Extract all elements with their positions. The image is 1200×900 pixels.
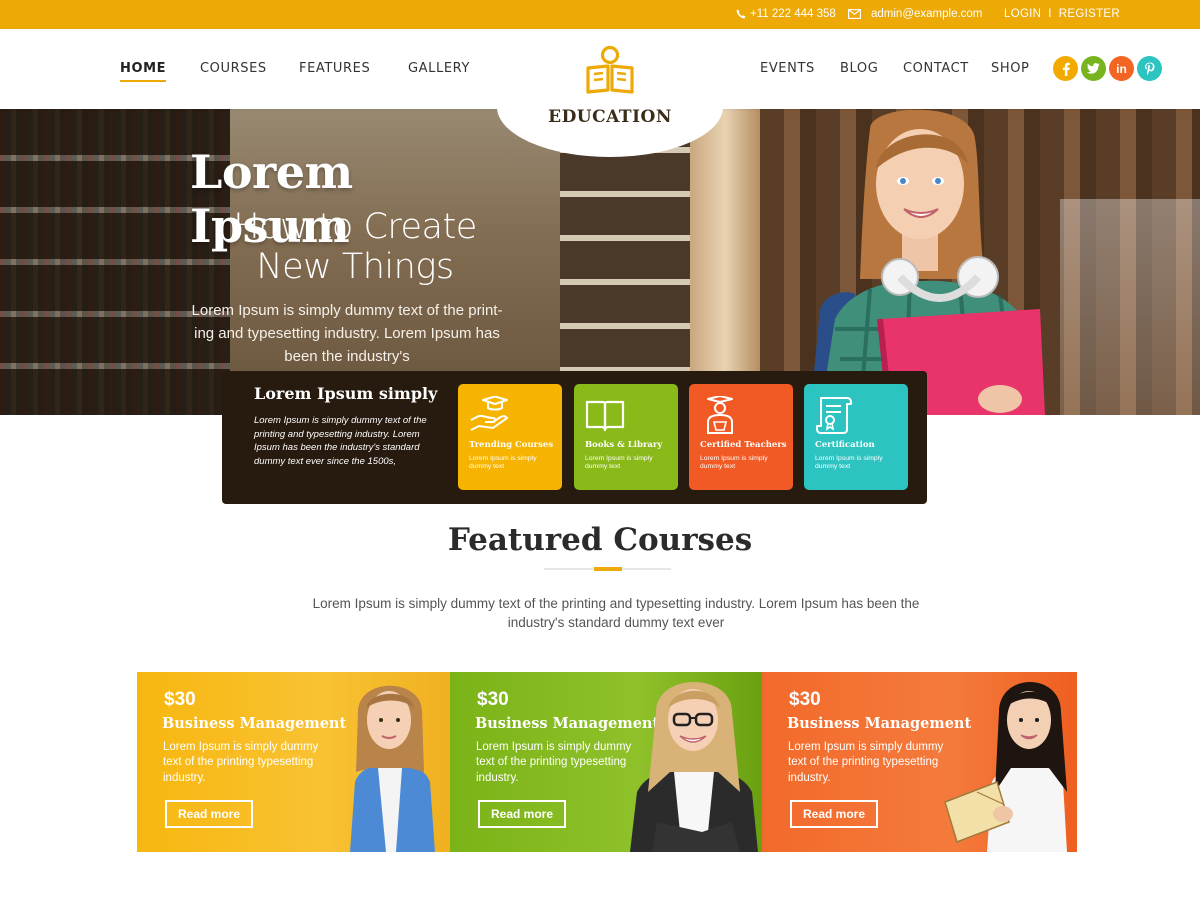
read-more-button[interactable]: Read more <box>478 800 566 828</box>
title-divider-accent <box>594 567 622 571</box>
featured-courses-description: Lorem Ipsum is simply dummy text of the … <box>312 596 920 630</box>
nav-gallery[interactable]: GALLERY <box>408 61 470 76</box>
feature-certified-teachers[interactable]: Certified Teachers Lorem Ipsum is simply… <box>689 384 793 490</box>
hero-subtitle: How to Create New Things <box>190 207 520 287</box>
nav-contact[interactable]: CONTACT <box>903 61 969 76</box>
featured-courses-title: Featured Courses <box>447 522 753 558</box>
auth-separator: I <box>1048 8 1052 20</box>
nav-home[interactable]: HOME <box>120 61 167 82</box>
pinterest-icon[interactable] <box>1137 56 1162 81</box>
nav-events[interactable]: EVENTS <box>760 61 815 76</box>
hero-subtitle-line1: How to Create <box>233 207 477 247</box>
graduation-hand-icon <box>470 396 509 431</box>
feature-text: Lorem Ipsum is simply dummy text <box>585 455 653 470</box>
course-text: Lorem Ipsum is simply dummy text of the … <box>163 741 319 784</box>
course-text: Lorem Ipsum is simply dummy text of the … <box>476 741 632 784</box>
course-price: $30 <box>477 689 509 710</box>
facebook-icon[interactable] <box>1053 56 1078 81</box>
linkedin-icon[interactable]: in <box>1109 56 1134 81</box>
auth-links: LOGIN I REGISTER <box>1004 8 1120 20</box>
course-price: $30 <box>789 689 821 710</box>
course-instructor-image <box>350 685 435 852</box>
register-link[interactable]: REGISTER <box>1059 8 1120 20</box>
course-price: $30 <box>164 689 196 710</box>
feature-books-library[interactable]: Books & Library Lorem Ipsum is simply du… <box>574 384 678 490</box>
course-text: Lorem Ipsum is simply dummy text of the … <box>788 741 944 784</box>
site-logo[interactable]: EDUCATION <box>497 29 723 157</box>
course-instructor-image <box>944 682 1067 852</box>
info-panel: Lorem Ipsum simply Lorem Ipsum is simply… <box>222 371 927 504</box>
course-card: $30 Business Management Lorem Ipsum is s… <box>137 672 450 852</box>
phone-number: +11 222 444 358 <box>750 8 836 20</box>
course-card: $30 Business Management Lorem Ipsum is s… <box>450 672 762 852</box>
feature-title: Trending Courses <box>469 440 554 450</box>
logo-text: EDUCATION <box>548 107 672 127</box>
feature-text: Lorem Ipsum is simply dummy text <box>815 455 883 470</box>
read-more-button[interactable]: Read more <box>790 800 878 828</box>
feature-title: Books & Library <box>585 440 663 450</box>
mail-icon <box>848 9 861 19</box>
email-contact[interactable]: admin@example.com <box>848 8 982 20</box>
login-link[interactable]: LOGIN <box>1004 8 1041 20</box>
phone-contact[interactable]: +11 222 444 358 <box>736 8 836 20</box>
top-bar: +11 222 444 358 admin@example.com LOGIN … <box>0 0 1200 29</box>
course-card: $30 Business Management Lorem Ipsum is s… <box>762 672 1077 852</box>
email-address: admin@example.com <box>871 8 983 20</box>
hero-subtitle-line2: New Things <box>256 247 454 287</box>
social-links: in <box>1053 56 1162 81</box>
feature-title: Certified Teachers <box>700 440 787 450</box>
feature-title: Certification <box>815 440 875 450</box>
hero-pillar <box>690 109 760 415</box>
nav-blog[interactable]: BLOG <box>840 61 878 76</box>
nav-shop[interactable]: SHOP <box>991 61 1030 76</box>
hero-window <box>1060 199 1200 415</box>
phone-icon <box>736 9 746 19</box>
feature-text: Lorem Ipsum is simply dummy text <box>469 455 537 470</box>
certificate-icon <box>816 397 852 434</box>
feature-certification[interactable]: Certification Lorem Ipsum is simply dumm… <box>804 384 908 490</box>
feature-text: Lorem Ipsum is simply dummy text <box>700 455 768 470</box>
panel-text: Lorem Ipsum is simply dummy text of the … <box>254 415 427 467</box>
nav-features[interactable]: FEATURES <box>299 61 370 76</box>
read-more-button[interactable]: Read more <box>165 800 253 828</box>
twitter-icon[interactable] <box>1081 56 1106 81</box>
feature-trending-courses[interactable]: Trending Courses Lorem Ipsum is simply d… <box>458 384 562 490</box>
open-book-icon <box>585 400 625 432</box>
course-instructor-image <box>630 682 758 852</box>
panel-title: Lorem Ipsum simply <box>254 384 438 403</box>
hero-description: Lorem Ipsum is simply dummy text of the … <box>191 302 503 365</box>
student-image <box>810 109 1045 415</box>
reading-person-icon <box>586 45 634 94</box>
nav-courses[interactable]: COURSES <box>200 61 267 76</box>
teacher-icon <box>707 396 733 434</box>
